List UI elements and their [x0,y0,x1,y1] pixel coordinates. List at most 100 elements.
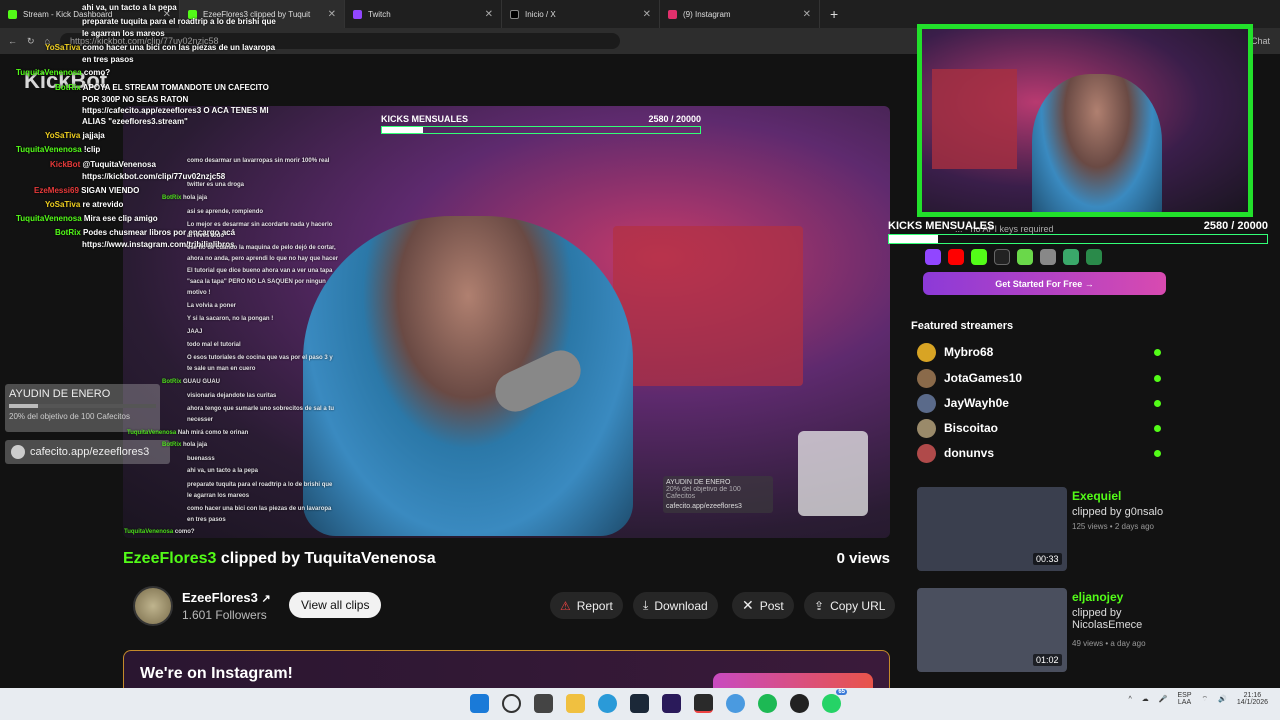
chevron-up-icon[interactable]: ^ [1129,696,1132,703]
cafecito-overlay: cafecito.app/ezeeflores3 [5,440,170,464]
clip-clipper: clipped by g0nsalo [1072,506,1164,518]
chat-message: ALIAS "ezeeflores3.stream" [82,117,188,126]
chat-message: TuquitaVenenosa !clip [16,145,101,154]
clip-clipped-by: clipped by TuquitaVenenosa [220,550,436,567]
x-icon [510,9,519,19]
video-ayudin-widget: AYUDIN DE ENERO 20% del objetivo de 100 … [663,476,773,513]
tab-instagram[interactable]: (9) Instagram ✕ [660,0,820,28]
video-background [613,226,803,386]
chat-message: preparate tuquita para el roadtrip a lo … [82,17,276,26]
close-icon[interactable]: ✕ [485,9,493,20]
instagram-banner: We're on Instagram! [123,650,890,689]
cloud-icon[interactable]: ☁ [1142,695,1149,703]
channel-name[interactable]: EzeeFlores3 ↗ [182,590,271,605]
kick-icon [971,249,987,265]
clip-duration: 00:33 [1033,553,1062,565]
clip-title: EzeeFlores3 clipped by TuquitaVenenosa [123,550,436,568]
chat-message: POR 300P NO SEAS RATON [82,95,189,104]
channel-avatar[interactable] [133,586,173,626]
avatar [917,342,936,362]
new-tab-button[interactable]: + [830,6,838,22]
kicks-goal-overlay: KICKS MENSUALES 2580 / 20000 [888,220,1268,244]
wifi-icon[interactable]: ⌔ [1202,695,1209,704]
chat-message: ahi va, un tacto a la pepa [82,3,177,12]
clip-meta: 125 views • 2 days ago [1072,522,1154,531]
premiere-icon[interactable] [662,694,681,713]
related-clip-card[interactable]: 01:02 eljanojey clipped by NicolasEmece … [917,588,1177,672]
download-button[interactable]: ⤓ Download [633,592,718,619]
chat-message: EzeMessi69 SIGAN VIENDO [34,186,140,195]
video-kicks-progress [382,127,424,133]
whatsapp-icon[interactable]: 65 [822,689,847,713]
chat-message: le agarran los mareos [82,29,165,38]
featured-streamer[interactable]: Biscoitao [917,418,1167,438]
featured-streamer[interactable]: JotaGames10 [917,368,1167,388]
close-icon[interactable]: ✕ [803,9,811,20]
volume-icon[interactable]: 🔊 [1218,695,1227,703]
live-indicator [1154,449,1161,457]
clip-clipper: clipped by NicolasEmece [1072,607,1143,631]
live-indicator [1154,374,1161,382]
edge-icon[interactable] [598,694,617,713]
featured-streamer[interactable]: donunvs [917,443,1167,463]
clip-views: 0 views [836,550,890,567]
back-icon[interactable]: ← [8,36,17,46]
windows-taskbar: 65 ^ ☁ 🎤 ESP LAA ⌔ 🔊 21:16 14/1/2026 [0,688,1280,720]
spotify-icon[interactable] [758,694,777,713]
avatar [917,443,936,463]
avatar [917,418,936,438]
post-button[interactable]: ✕ Post [732,592,794,619]
microphone-icon[interactable]: 🎤 [1159,695,1168,703]
obs-icon[interactable] [694,694,713,713]
system-clock[interactable]: 21:16 14/1/2026 [1237,692,1268,706]
clip-streamer[interactable]: Exequiel [1072,489,1121,503]
video-kicks-goal: KICKS MENSUALES 2580 / 20000 [381,114,701,134]
close-icon[interactable]: ✕ [328,9,336,20]
chat-label: Chat [1250,36,1270,46]
chat-message: BotRix APOYA EL STREAM TOMANDOTE UN CAFE… [55,83,269,92]
external-link-icon: ↗ [261,593,271,605]
featured-streamer[interactable]: JayWayh0e [917,393,1167,413]
telegram-icon[interactable] [726,694,745,713]
chat-message: TuquitaVenenosa como? [16,68,111,77]
avatar [917,393,936,413]
chat-message: TuquitaVenenosa Mira ese clip amigo [16,214,158,223]
search-icon[interactable] [502,694,521,713]
instagram-follow-button[interactable] [713,673,873,689]
warning-icon: ⚠ [560,598,571,613]
webcam-streamer [1032,74,1162,212]
get-started-button[interactable]: Get Started For Free → [923,272,1166,295]
donation-progress [9,404,39,408]
live-indicator [1154,348,1161,356]
reload-icon[interactable]: ↻ [27,36,35,47]
featured-streamer[interactable]: Mybro68 [917,342,1167,362]
task-view-icon[interactable] [534,694,553,713]
report-button[interactable]: ⚠ Report [550,592,623,619]
kick-icon [8,9,17,19]
view-all-clips-button[interactable]: View all clips [289,592,382,618]
related-clip-card[interactable]: 00:33 Exequiel clipped by g0nsalo 125 vi… [917,487,1177,571]
twitch-icon [925,249,941,265]
chat-message: https://kickbot.com/clip/77uv02nzjc58 [82,172,226,181]
browser-icon[interactable] [790,694,809,713]
tab-x[interactable]: Inicio / X ✕ [502,0,660,28]
steam-icon[interactable] [630,694,649,713]
featured-streamers-title: Featured streamers [911,320,1014,332]
donation-goal-overlay: AYUDIN DE ENERO 20% del objetivo de 100 … [5,384,160,432]
clip-streamer-link[interactable]: EzeeFlores3 [123,550,216,567]
close-icon[interactable]: ✕ [643,9,651,20]
copy-url-button[interactable]: ⇪ Copy URL [804,592,896,619]
clip-duration: 01:02 [1033,654,1062,666]
twitch-icon [353,9,362,19]
start-icon[interactable] [470,694,489,713]
avatar [917,368,936,388]
instagram-icon [668,9,677,19]
kicks-progress [889,235,938,243]
live-indicator [1154,424,1161,432]
tab-twitch[interactable]: Twitch ✕ [345,0,502,28]
bot-icon [1063,249,1079,265]
file-explorer-icon[interactable] [566,694,585,713]
clip-streamer[interactable]: eljanojey [1072,590,1123,604]
language-indicator[interactable]: ESP LAA [1178,692,1192,706]
channel-followers: 1.601 Followers [182,608,267,622]
